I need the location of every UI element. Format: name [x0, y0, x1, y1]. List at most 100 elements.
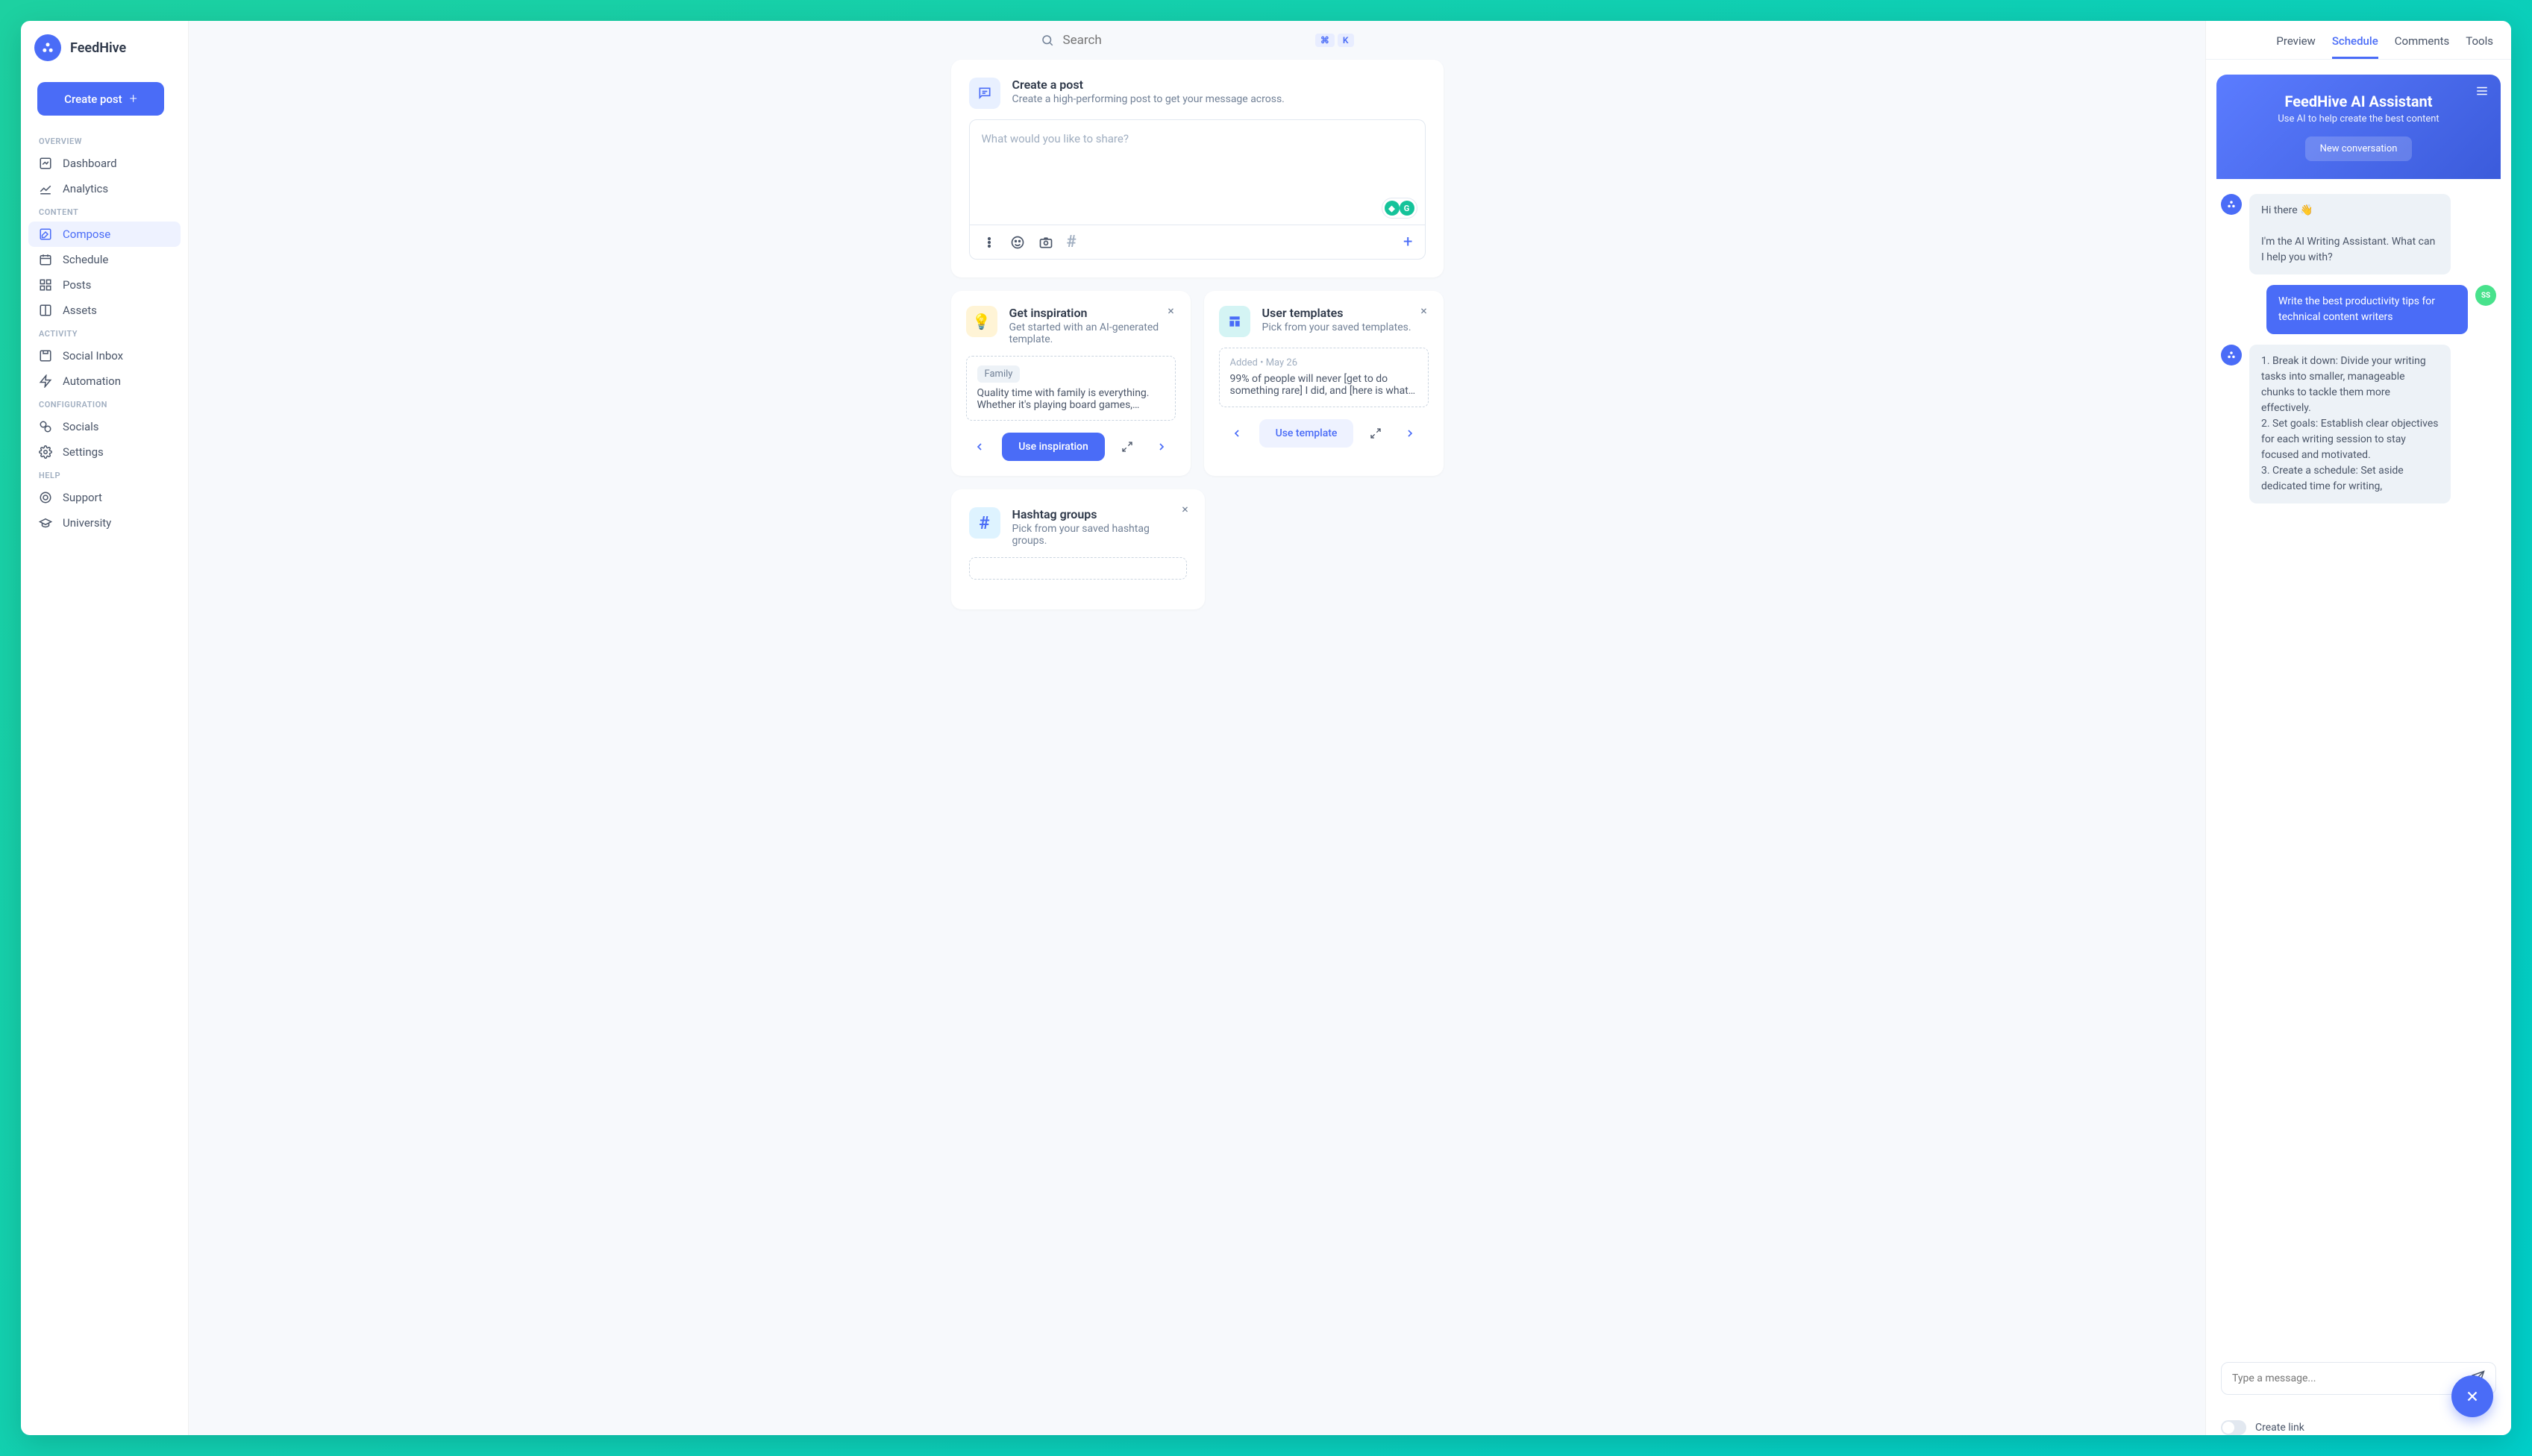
nav-social-inbox[interactable]: Social Inbox	[28, 343, 181, 368]
nav-schedule[interactable]: Schedule	[28, 247, 181, 272]
compose-card-icon	[969, 78, 1000, 109]
inbox-icon	[39, 349, 52, 363]
tab-tools[interactable]: Tools	[2466, 34, 2493, 59]
compose-title: Create a post	[1012, 78, 1285, 92]
search-input[interactable]	[1063, 33, 1306, 48]
use-inspiration-button[interactable]: Use inspiration	[1002, 433, 1105, 461]
message-text: Write the best productivity tips for tec…	[2266, 285, 2468, 334]
search-box[interactable]: ⌘ K	[1041, 33, 1354, 48]
inspiration-title: Get inspiration	[1009, 306, 1176, 320]
nav-compose[interactable]: Compose	[28, 222, 181, 247]
nav-analytics[interactable]: Analytics	[28, 176, 181, 201]
ai-title: FeedHive AI Assistant	[2231, 92, 2486, 110]
inspiration-text: Quality time with family is everything. …	[977, 387, 1165, 411]
sidebar: FeedHive Create post + OVERVIEW Dashboar…	[21, 21, 189, 1435]
nav-support[interactable]: Support	[28, 485, 181, 510]
hashtag-subtitle: Pick from your saved hashtag groups.	[1012, 523, 1187, 547]
prev-button[interactable]	[968, 435, 991, 459]
template-added: Added • May 26	[1230, 357, 1417, 368]
ai-assistant-panel: FeedHive AI Assistant Use AI to help cre…	[2216, 75, 2501, 1399]
nav-socials[interactable]: Socials	[28, 414, 181, 439]
nav-settings[interactable]: Settings	[28, 439, 181, 465]
close-icon[interactable]: ×	[1417, 303, 1432, 318]
tab-preview[interactable]: Preview	[2276, 34, 2315, 59]
tab-schedule[interactable]: Schedule	[2332, 34, 2378, 59]
templates-card: × User templates Pick from your saved te…	[1204, 291, 1444, 476]
prev-button[interactable]	[1225, 421, 1249, 445]
bulb-icon: 💡	[966, 306, 997, 337]
nav-posts[interactable]: Posts	[28, 272, 181, 298]
assets-icon	[39, 304, 52, 317]
expand-button[interactable]	[1364, 421, 1388, 445]
inspiration-tag: Family	[977, 365, 1021, 383]
calendar-icon	[39, 253, 52, 266]
new-conversation-button[interactable]: New conversation	[2305, 136, 2413, 161]
create-post-button[interactable]: Create post +	[37, 82, 164, 116]
nav-dashboard[interactable]: Dashboard	[28, 151, 181, 176]
composer: What would you like to share? ◆ G #	[969, 119, 1426, 260]
brand-name: FeedHive	[70, 40, 126, 56]
nav-automation[interactable]: Automation	[28, 368, 181, 394]
nav-label: Assets	[63, 304, 97, 317]
main-content: ⌘ K Create a post Create a high-performi…	[189, 21, 2205, 1435]
next-button[interactable]	[1398, 421, 1422, 445]
nav-label: Compose	[63, 228, 110, 241]
nav-label: Socials	[63, 420, 99, 433]
compose-subtitle: Create a high-performing post to get you…	[1012, 93, 1285, 105]
section-help: HELP	[28, 465, 181, 485]
dashboard-icon	[39, 157, 52, 170]
nav-label: Schedule	[63, 253, 108, 266]
emoji-icon[interactable]	[1010, 235, 1025, 250]
composer-textarea[interactable]: What would you like to share? ◆ G	[970, 120, 1425, 225]
expand-button[interactable]	[1115, 435, 1139, 459]
search-icon	[1041, 34, 1054, 47]
close-icon[interactable]: ×	[1178, 501, 1193, 516]
menu-icon[interactable]	[2475, 85, 2489, 99]
nav-label: Analytics	[63, 182, 108, 195]
add-button[interactable]: +	[1403, 233, 1412, 251]
create-link-label: Create link	[2255, 1422, 2304, 1434]
section-content: CONTENT	[28, 201, 181, 222]
search-bar: ⌘ K	[189, 21, 2205, 60]
nav-label: Dashboard	[63, 157, 117, 170]
close-icon[interactable]: ×	[1164, 303, 1179, 318]
nav-label: Posts	[63, 278, 91, 292]
nav-label: University	[63, 516, 111, 530]
graduation-icon	[39, 516, 52, 530]
close-fab[interactable]	[2451, 1375, 2493, 1417]
create-link-toggle[interactable]	[2221, 1420, 2246, 1435]
template-text: 99% of people will never [get to do some…	[1230, 373, 1417, 397]
use-template-button[interactable]: Use template	[1259, 419, 1354, 448]
chat-messages: Hi there 👋 I'm the AI Writing Assistant.…	[2216, 179, 2501, 1358]
chat-input[interactable]	[2232, 1372, 2472, 1384]
templates-subtitle: Pick from your saved templates.	[1262, 321, 1411, 333]
nav-assets[interactable]: Assets	[28, 298, 181, 323]
templates-title: User templates	[1262, 306, 1411, 320]
more-icon[interactable]	[982, 235, 997, 250]
grammarly-shield-icon: ◆	[1385, 201, 1400, 216]
kbd-hint: ⌘ K	[1315, 34, 1354, 47]
template-preview: Added • May 26 99% of people will never …	[1219, 348, 1429, 407]
composer-placeholder: What would you like to share?	[982, 132, 1129, 145]
template-icon	[1219, 306, 1250, 337]
message-user: SS Write the best productivity tips for …	[2221, 285, 2496, 334]
section-activity: ACTIVITY	[28, 323, 181, 343]
analytics-icon	[39, 182, 52, 195]
tab-comments[interactable]: Comments	[2395, 34, 2450, 59]
hashtag-icon[interactable]: #	[1067, 233, 1077, 251]
next-button[interactable]	[1150, 435, 1173, 459]
compose-icon	[39, 228, 52, 241]
inspiration-card: × 💡 Get inspiration Get started with an …	[951, 291, 1191, 476]
camera-icon[interactable]	[1038, 235, 1053, 250]
ai-header: FeedHive AI Assistant Use AI to help cre…	[2216, 75, 2501, 179]
kbd-k: K	[1338, 34, 1354, 47]
grid-icon	[39, 278, 52, 292]
nav-label: Automation	[63, 374, 121, 388]
bolt-icon	[39, 374, 52, 388]
hashtag-preview	[969, 557, 1187, 580]
tabs: Preview Schedule Comments Tools	[2206, 21, 2511, 60]
nav-university[interactable]: University	[28, 510, 181, 536]
message-text: 1. Break it down: Divide your writing ta…	[2249, 345, 2451, 503]
grammarly-widget[interactable]: ◆ G	[1382, 198, 1417, 219]
right-panel: Preview Schedule Comments Tools FeedHive…	[2205, 21, 2511, 1435]
